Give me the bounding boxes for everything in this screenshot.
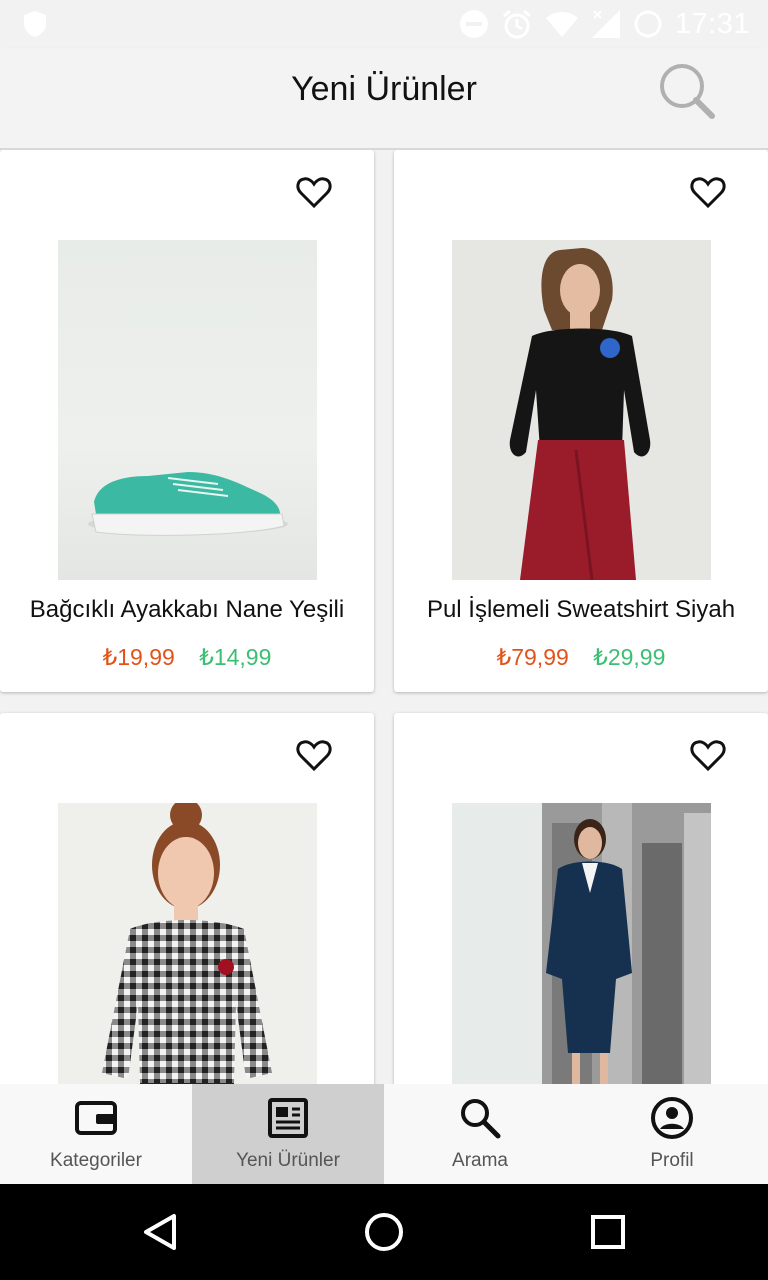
sale-price: ₺14,99 (199, 644, 272, 670)
tab-yeni-urunler[interactable]: Yeni Ürünler (192, 1084, 384, 1184)
product-name: Pul İşlemeli Sweatshirt Siyah (426, 596, 736, 623)
price-row: ₺19,99 ₺14,99 (0, 644, 374, 671)
clock: 17:31 (674, 7, 750, 40)
tab-label: Profil (650, 1150, 694, 1171)
favorite-heart-icon[interactable] (688, 172, 728, 212)
trench-coat-image (542, 803, 711, 1084)
status-bar: 17:31 (0, 0, 768, 48)
bottom-navigation: Kategoriler Yeni Ürünler Arama Profil (0, 1084, 768, 1184)
sale-price: ₺29,99 (593, 644, 666, 670)
wifi-icon (545, 12, 578, 37)
shield-icon (24, 11, 46, 37)
system-navigation-bar (0, 1184, 768, 1280)
product-card[interactable] (394, 713, 768, 1084)
recents-icon[interactable] (590, 1214, 626, 1250)
tab-label: Arama (452, 1150, 508, 1171)
page-title: Yeni Ürünler (291, 70, 477, 108)
product-image[interactable] (452, 803, 711, 1084)
gingham-top-image (102, 803, 272, 1084)
product-grid: Bağcıklı Ayakkabı Nane Yeşili ₺19,99 ₺14… (0, 150, 768, 1084)
favorite-heart-icon[interactable] (688, 735, 728, 775)
app-bar: Yeni Ürünler (0, 48, 768, 150)
tab-kategoriler[interactable]: Kategoriler (0, 1084, 192, 1184)
back-icon[interactable] (140, 1212, 180, 1252)
signal-icon (591, 10, 620, 38)
dnd-icon (459, 10, 488, 38)
favorite-heart-icon[interactable] (294, 735, 334, 775)
battery-icon (634, 10, 662, 38)
home-icon[interactable] (364, 1212, 404, 1252)
account-icon (651, 1097, 693, 1139)
favorite-heart-icon[interactable] (294, 172, 334, 212)
sneaker-image (88, 472, 288, 536)
tab-arama[interactable]: Arama (384, 1084, 576, 1184)
news-icon (268, 1098, 308, 1138)
tab-profil[interactable]: Profil (576, 1084, 768, 1184)
product-card[interactable] (0, 713, 374, 1084)
product-card[interactable]: Pul İşlemeli Sweatshirt Siyah ₺79,99 ₺29… (394, 150, 768, 692)
product-image[interactable] (452, 240, 711, 580)
price-row: ₺79,99 ₺29,99 (394, 644, 768, 671)
product-image[interactable] (58, 803, 317, 1084)
search-icon[interactable] (656, 60, 720, 124)
product-card[interactable]: Bağcıklı Ayakkabı Nane Yeşili ₺19,99 ₺14… (0, 150, 374, 692)
old-price: ₺79,99 (496, 644, 569, 670)
model-image (509, 248, 651, 580)
search-icon (461, 1099, 501, 1139)
wallet-icon (75, 1101, 117, 1135)
product-image[interactable] (58, 240, 317, 580)
tab-label: Yeni Ürünler (236, 1150, 340, 1171)
old-price: ₺19,99 (102, 644, 175, 670)
tab-label: Kategoriler (50, 1150, 142, 1171)
product-name: Bağcıklı Ayakkabı Nane Yeşili (29, 596, 345, 623)
alarm-icon (502, 9, 531, 39)
